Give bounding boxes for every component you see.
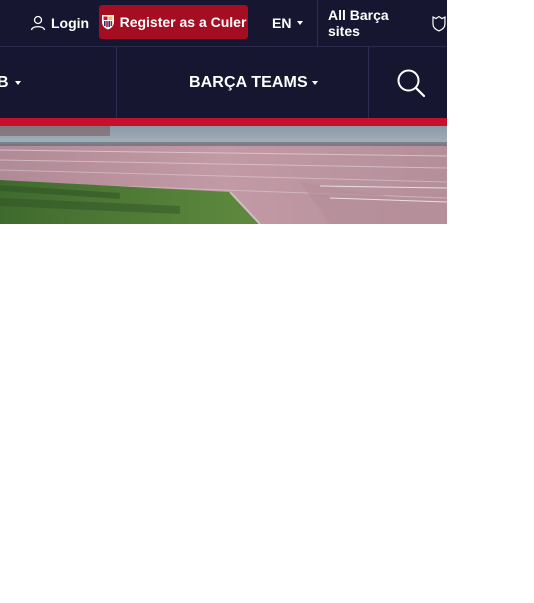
divider: [317, 0, 318, 46]
chevron-down-icon: [311, 81, 318, 85]
nav-item-barca-teams[interactable]: BARÇA TEAMS: [189, 72, 318, 94]
search-icon: [397, 69, 426, 98]
user-icon: [30, 15, 46, 31]
language-label: EN: [272, 15, 292, 31]
search-button[interactable]: [396, 68, 426, 98]
register-label: Register as a Culer: [119, 14, 247, 30]
divider: [368, 47, 369, 119]
accent-stripe: [0, 118, 447, 126]
site-header: Login Register as a Culer EN All Barça s…: [0, 0, 447, 224]
all-sites-label: All Barça sites: [328, 7, 389, 39]
hero-image-stadium: [0, 126, 447, 224]
shield-icon: [432, 15, 446, 32]
nav-item-club[interactable]: B: [0, 72, 21, 94]
chevron-down-icon: [14, 81, 21, 85]
login-label: Login: [51, 15, 90, 31]
login-link[interactable]: Login: [30, 12, 89, 34]
stadium-image: [0, 126, 447, 224]
top-bar: Login Register as a Culer EN All Barça s…: [0, 0, 447, 46]
language-selector[interactable]: EN: [272, 12, 304, 34]
register-button[interactable]: Register as a Culer: [99, 5, 248, 39]
nav-item-label: BARÇA TEAMS: [189, 74, 308, 91]
all-sites-menu[interactable]: All Barça sites: [328, 7, 447, 39]
barca-crest-icon: [101, 15, 114, 30]
divider: [116, 47, 117, 119]
nav-item-label: B: [0, 74, 9, 91]
chevron-down-icon: [297, 21, 304, 25]
